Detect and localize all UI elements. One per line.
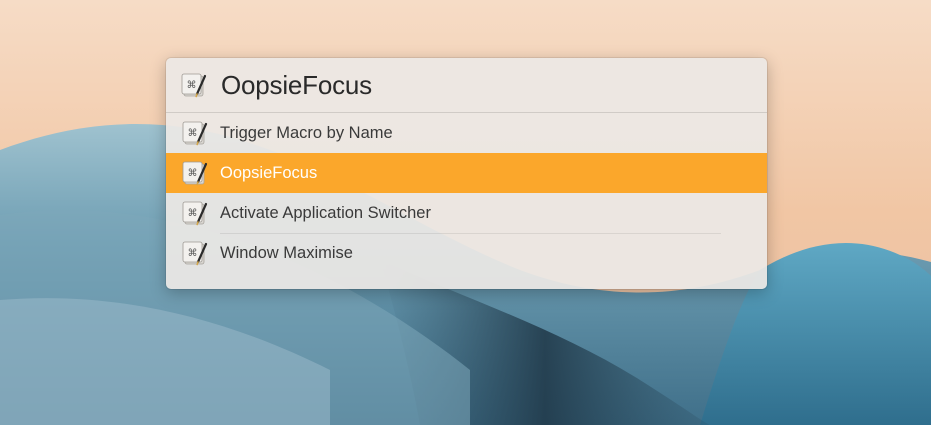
keyboard-maestro-icon: ⌘ bbox=[182, 121, 208, 146]
result-item-oopsiefocus[interactable]: ⌘ OopsieFocus bbox=[166, 153, 767, 193]
keyboard-maestro-icon: ⌘ bbox=[182, 161, 208, 186]
svg-text:⌘: ⌘ bbox=[188, 168, 198, 179]
result-label: Trigger Macro by Name bbox=[220, 123, 393, 142]
launcher-panel: ⌘ OopsieFocus ⌘ Trigger Macro by Name ⌘ … bbox=[166, 58, 767, 289]
keyboard-maestro-icon: ⌘ bbox=[181, 73, 207, 98]
result-item-trigger-macro-by-name[interactable]: ⌘ Trigger Macro by Name bbox=[166, 113, 767, 153]
search-input[interactable]: OopsieFocus bbox=[221, 70, 372, 101]
svg-text:⌘: ⌘ bbox=[188, 208, 198, 219]
results-list: ⌘ Trigger Macro by Name ⌘ OopsieFocus ⌘ … bbox=[166, 113, 767, 273]
svg-text:⌘: ⌘ bbox=[188, 128, 198, 139]
search-header[interactable]: ⌘ OopsieFocus bbox=[166, 58, 767, 113]
result-item-activate-application-switcher[interactable]: ⌘ Activate Application Switcher bbox=[166, 193, 767, 233]
result-label: Window Maximise bbox=[220, 243, 353, 262]
result-label: Activate Application Switcher bbox=[220, 203, 431, 222]
keyboard-maestro-icon: ⌘ bbox=[182, 241, 208, 266]
svg-text:⌘: ⌘ bbox=[188, 248, 198, 259]
svg-text:⌘: ⌘ bbox=[187, 80, 197, 91]
result-item-window-maximise[interactable]: ⌘ Window Maximise bbox=[166, 233, 767, 273]
keyboard-maestro-icon: ⌘ bbox=[182, 201, 208, 226]
desktop-wallpaper: ⌘ OopsieFocus ⌘ Trigger Macro by Name ⌘ … bbox=[0, 0, 931, 425]
result-label: OopsieFocus bbox=[220, 163, 318, 182]
